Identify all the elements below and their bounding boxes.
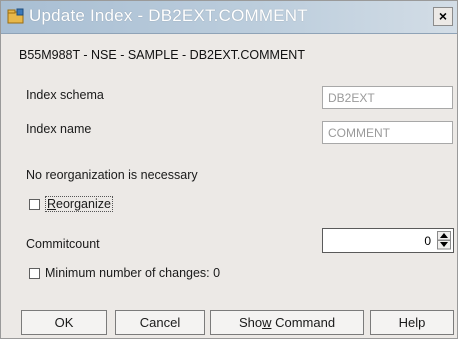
show-command-prefix: Sho: [238, 315, 263, 330]
help-button[interactable]: Help: [370, 310, 454, 335]
commitcount-label: Commitcount: [26, 237, 100, 251]
min-changes-checkbox[interactable]: [29, 268, 40, 279]
reorg-status-message: No reorganization is necessary: [26, 168, 198, 182]
index-schema-field: DB2EXT: [322, 86, 453, 109]
show-command-rest: Command: [271, 315, 336, 330]
window-title: Update Index - DB2EXT.COMMENT: [29, 6, 308, 25]
min-changes-checkbox-row[interactable]: Minimum number of changes: 0: [29, 266, 269, 282]
commitcount-spinner[interactable]: 0: [322, 228, 454, 253]
index-schema-label: Index schema: [26, 88, 104, 102]
reorganize-label-rest: eorganize: [56, 197, 111, 211]
show-command-button[interactable]: Show Command: [210, 310, 364, 335]
reorganize-checkbox-row[interactable]: Reorganize: [29, 196, 139, 213]
spinner-arrows-icon[interactable]: [437, 231, 451, 250]
index-name-label: Index name: [26, 122, 92, 136]
object-context-path: B55M988T - NSE - SAMPLE - DB2EXT.COMMENT: [19, 48, 305, 62]
close-icon: ×: [438, 8, 448, 24]
index-name-field: COMMENT: [322, 121, 453, 144]
reorganize-mnemonic: R: [47, 197, 57, 211]
cancel-button[interactable]: Cancel: [115, 310, 205, 335]
commitcount-value: 0: [424, 234, 431, 248]
reorganize-label: Reorganize: [45, 196, 113, 212]
db-folder-icon: [7, 8, 25, 24]
reorganize-checkbox[interactable]: [29, 199, 40, 210]
update-index-dialog: Update Index - DB2EXT.COMMENT × B55M988T…: [0, 0, 458, 339]
reorganize-focus: Reorganize: [45, 196, 113, 212]
min-changes-label: Minimum number of changes: 0: [45, 266, 221, 280]
close-button[interactable]: ×: [433, 7, 453, 26]
title-bar[interactable]: Update Index - DB2EXT.COMMENT ×: [1, 1, 457, 34]
ok-button[interactable]: OK: [21, 310, 107, 335]
